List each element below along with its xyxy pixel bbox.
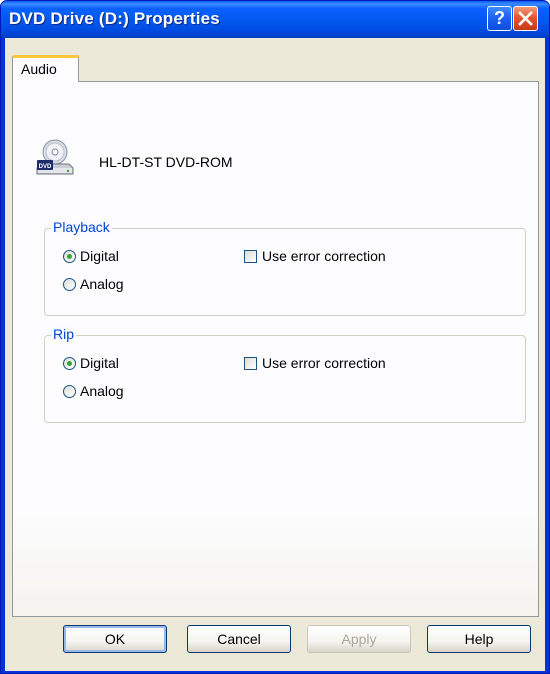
rip-analog-label: Analog (80, 383, 124, 399)
checkbox-unchecked-icon (244, 356, 257, 370)
radio-selected-icon (63, 249, 76, 263)
playback-error-correction-label: Use error correction (262, 248, 386, 264)
rip-group: Rip Digital Analog Use error correction (44, 326, 526, 423)
help-dialog-button[interactable]: Help (427, 625, 531, 653)
playback-analog-radio[interactable]: Analog (63, 276, 124, 292)
title-bar[interactable]: DVD Drive (D:) Properties ? (1, 1, 549, 38)
svg-text:DVD: DVD (39, 164, 52, 170)
radio-unselected-icon (63, 384, 76, 398)
playback-digital-radio[interactable]: Digital (63, 248, 119, 264)
radio-selected-icon (63, 356, 76, 370)
window-title: DVD Drive (D:) Properties (9, 9, 220, 28)
close-button[interactable] (513, 6, 538, 31)
dialog-client-area: Audio DVD HL-DT-ST DVD-ROM Playback Digi… (5, 38, 545, 671)
properties-window: DVD Drive (D:) Properties ? Audio DVD HL… (0, 0, 550, 674)
playback-group-label: Playback (51, 219, 112, 235)
playback-analog-label: Analog (80, 276, 124, 292)
rip-digital-radio[interactable]: Digital (63, 355, 119, 371)
rip-error-correction-checkbox[interactable]: Use error correction (244, 355, 386, 371)
rip-group-label: Rip (51, 326, 77, 342)
playback-error-correction-checkbox[interactable]: Use error correction (244, 248, 386, 264)
tab-audio[interactable]: Audio (12, 55, 79, 82)
close-icon (518, 11, 533, 26)
apply-button[interactable]: Apply (307, 625, 411, 653)
cancel-button[interactable]: Cancel (187, 625, 291, 653)
rip-analog-radio[interactable]: Analog (63, 383, 124, 399)
audio-tab-panel: DVD HL-DT-ST DVD-ROM Playback Digital An… (12, 81, 539, 617)
rip-digital-label: Digital (80, 355, 119, 371)
dvd-drive-icon: DVD (35, 138, 75, 178)
ok-button[interactable]: OK (63, 625, 167, 653)
playback-digital-label: Digital (80, 248, 119, 264)
checkbox-unchecked-icon (244, 249, 257, 263)
rip-error-correction-label: Use error correction (262, 355, 386, 371)
help-button[interactable]: ? (487, 6, 512, 31)
drive-name: HL-DT-ST DVD-ROM (99, 154, 233, 170)
playback-group: Playback Digital Analog Use error correc… (44, 219, 526, 316)
help-icon: ? (494, 8, 505, 28)
radio-unselected-icon (63, 277, 76, 291)
